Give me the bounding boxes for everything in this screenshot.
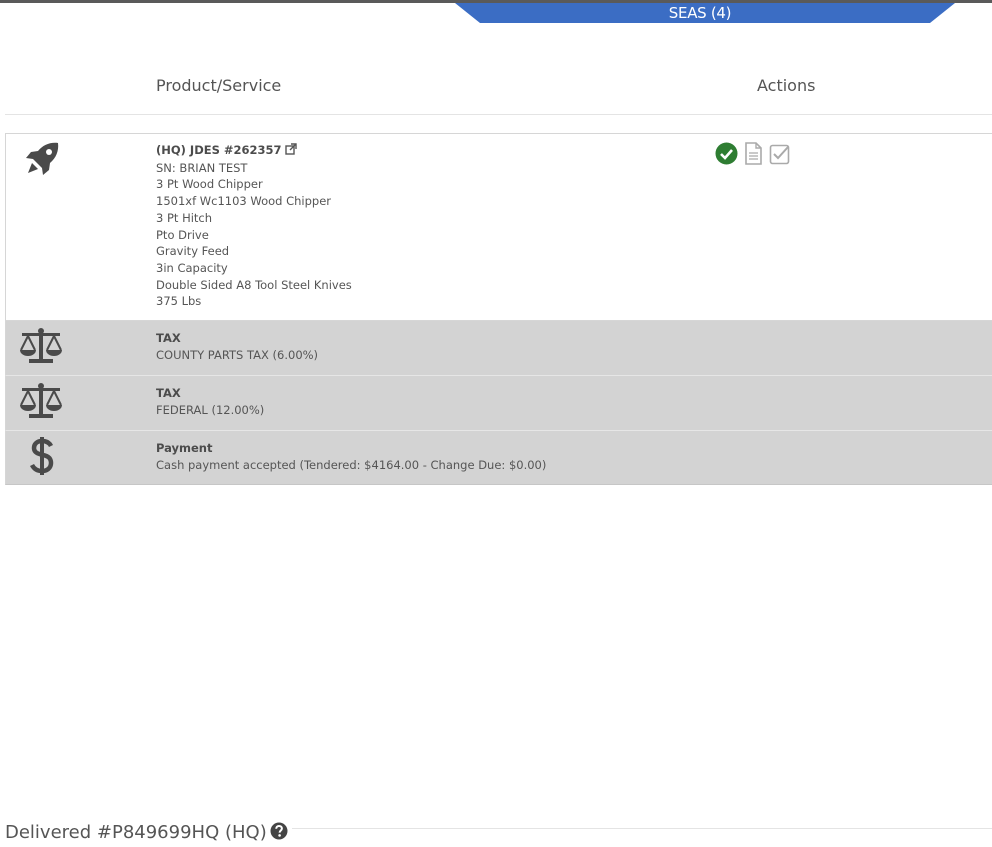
tax-title: TAX — [156, 386, 181, 400]
row-actions — [715, 142, 791, 169]
top-border — [0, 0, 992, 3]
product-line: Gravity Feed — [156, 244, 230, 259]
line-items-table: (HQ) JDES #262357 SN: BRIAN TEST 3 Pt Wo… — [5, 133, 992, 485]
product-line: 1501xf Wc1103 Wood Chipper — [156, 194, 332, 209]
product-line: 3 Pt Hitch — [156, 210, 213, 225]
dollar-icon — [30, 436, 54, 476]
table-row-payment: Payment Cash payment accepted (Tendered:… — [5, 431, 992, 485]
table-row-tax: TAX FEDERAL (12.00%) — [5, 376, 992, 431]
tax-details: TAX COUNTY PARTS TAX (6.00%) — [156, 330, 318, 363]
product-title: (HQ) JDES #262357 — [156, 143, 282, 157]
tab-seas[interactable]: SEAS (4) — [455, 3, 955, 23]
tab-seas-label: SEAS (4) — [668, 4, 732, 22]
payment-title: Payment — [156, 441, 213, 455]
checkbox-icon[interactable] — [769, 143, 791, 169]
external-link-icon[interactable] — [284, 143, 297, 160]
help-icon[interactable] — [270, 822, 288, 845]
product-line: 3 Pt Wood Chipper — [156, 177, 263, 192]
product-line: 3in Capacity — [156, 260, 228, 275]
scale-icon — [19, 383, 63, 419]
document-icon[interactable] — [744, 142, 763, 169]
tax-details: TAX FEDERAL (12.00%) — [156, 385, 264, 418]
scale-icon — [19, 328, 63, 364]
column-header-product: Product/Service — [156, 76, 282, 95]
tax-description: FEDERAL (12.00%) — [156, 402, 265, 417]
product-line: 375 Lbs — [156, 294, 202, 309]
column-header-actions: Actions — [757, 76, 816, 95]
product-line: Double Sided A8 Tool Steel Knives — [156, 277, 352, 292]
payment-description: Cash payment accepted (Tendered: $4164.0… — [156, 457, 547, 472]
tax-description: COUNTY PARTS TAX (6.00%) — [156, 347, 319, 362]
rocket-icon — [24, 141, 60, 177]
delivery-status-label: Delivered #P849699HQ (HQ) — [5, 822, 267, 843]
product-line: Pto Drive — [156, 227, 209, 242]
product-details: (HQ) JDES #262357 SN: BRIAN TEST 3 Pt Wo… — [156, 142, 352, 310]
table-row-product: (HQ) JDES #262357 SN: BRIAN TEST 3 Pt Wo… — [5, 133, 992, 321]
header-divider — [5, 114, 992, 115]
payment-details: Payment Cash payment accepted (Tendered:… — [156, 440, 546, 473]
check-circle-icon[interactable] — [715, 142, 738, 169]
delivery-status: Delivered #P849699HQ (HQ) — [5, 822, 292, 845]
product-serial: SN: BRIAN TEST — [156, 160, 248, 175]
tax-title: TAX — [156, 331, 181, 345]
table-row-tax: TAX COUNTY PARTS TAX (6.00%) — [5, 321, 992, 376]
